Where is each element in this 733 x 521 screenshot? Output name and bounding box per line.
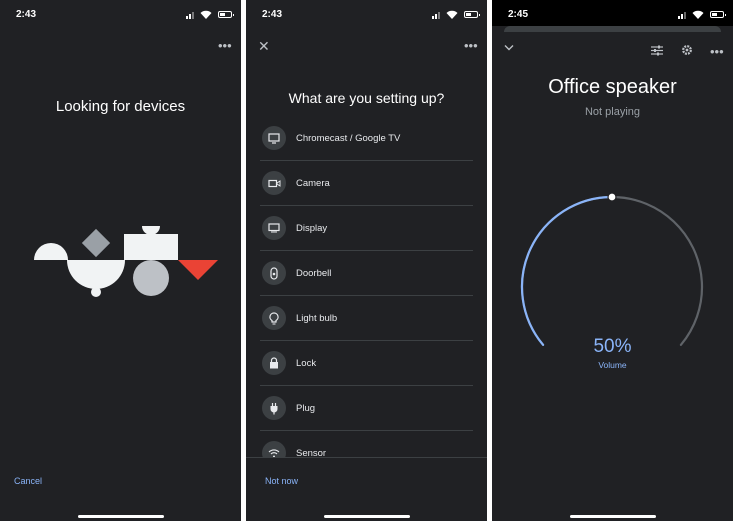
status-bar: 2:43 [246, 0, 487, 28]
device-type-list: Chromecast / Google TV Camera Display Do… [260, 116, 473, 476]
battery-icon [710, 11, 726, 18]
list-item[interactable]: Light bulb [260, 296, 473, 341]
lightbulb-icon [262, 306, 286, 330]
equalizer-icon[interactable] [651, 45, 663, 56]
more-options-icon[interactable]: ••• [218, 38, 232, 53]
status-bar: 2:45 [492, 0, 733, 26]
list-item-label: Light bulb [296, 312, 338, 324]
volume-track [520, 195, 704, 346]
page-title: What are you setting up? [288, 90, 445, 106]
list-item-label: Chromecast / Google TV [296, 132, 401, 144]
device-search-illustration [34, 226, 218, 297]
doorbell-icon [262, 261, 286, 285]
page-title: Looking for devices [55, 98, 186, 115]
close-icon[interactable]: ✕ [258, 38, 270, 55]
home-indicator [323, 515, 410, 518]
wifi-icon [692, 10, 704, 19]
list-item[interactable]: Plug [260, 386, 473, 431]
list-item[interactable]: Display [260, 206, 473, 251]
more-options-icon[interactable]: ••• [464, 38, 478, 53]
not-now-button[interactable]: Not now [265, 476, 298, 486]
tv-icon [262, 126, 286, 150]
home-indicator [569, 515, 656, 518]
camera-icon [262, 171, 286, 195]
list-item[interactable]: Camera [260, 161, 473, 206]
status-bar: 2:43 [0, 0, 241, 28]
bottom-action-area: Not now [246, 458, 487, 521]
device-title: Office speaker [548, 76, 677, 98]
lock-icon [262, 351, 286, 375]
list-item-label: Display [296, 222, 328, 234]
playback-status: Not playing [584, 106, 641, 118]
list-item[interactable]: Doorbell [260, 251, 473, 296]
status-time: 2:45 [508, 9, 529, 20]
list-item[interactable]: Lock [260, 341, 473, 386]
status-time: 2:43 [16, 9, 37, 20]
home-indicator [77, 515, 164, 518]
battery-icon [464, 11, 480, 18]
gear-icon[interactable] [681, 44, 693, 56]
plug-icon [262, 396, 286, 420]
wifi-icon [446, 10, 458, 19]
signal-icon [678, 11, 688, 19]
list-item-label: Camera [296, 177, 330, 189]
cancel-button[interactable]: Cancel [14, 476, 42, 486]
status-time: 2:43 [262, 9, 283, 20]
searching-screen: 2:43 ••• Looking for devices Cancel [0, 0, 241, 521]
signal-icon [432, 11, 442, 19]
list-item-label: Lock [296, 357, 317, 369]
volume-value: 50% [593, 336, 632, 357]
chevron-down-icon[interactable] [504, 44, 514, 51]
volume-knob[interactable] [607, 192, 617, 202]
volume-label: Volume [598, 360, 627, 370]
setup-screen: 2:43 ✕ ••• What are you setting up? Chro… [246, 0, 487, 521]
wifi-icon [200, 10, 212, 19]
volume-fill [520, 195, 614, 346]
volume-dial[interactable] [517, 192, 707, 357]
battery-icon [218, 11, 234, 18]
more-options-icon[interactable]: ••• [710, 44, 724, 59]
speaker-screen: 2:45 ••• Office speaker Not playing 50% … [492, 0, 733, 521]
display-icon [262, 216, 286, 240]
list-item-label: Doorbell [296, 267, 332, 279]
list-item[interactable]: Chromecast / Google TV [260, 116, 473, 161]
list-item-label: Plug [296, 402, 316, 414]
signal-icon [186, 11, 196, 19]
